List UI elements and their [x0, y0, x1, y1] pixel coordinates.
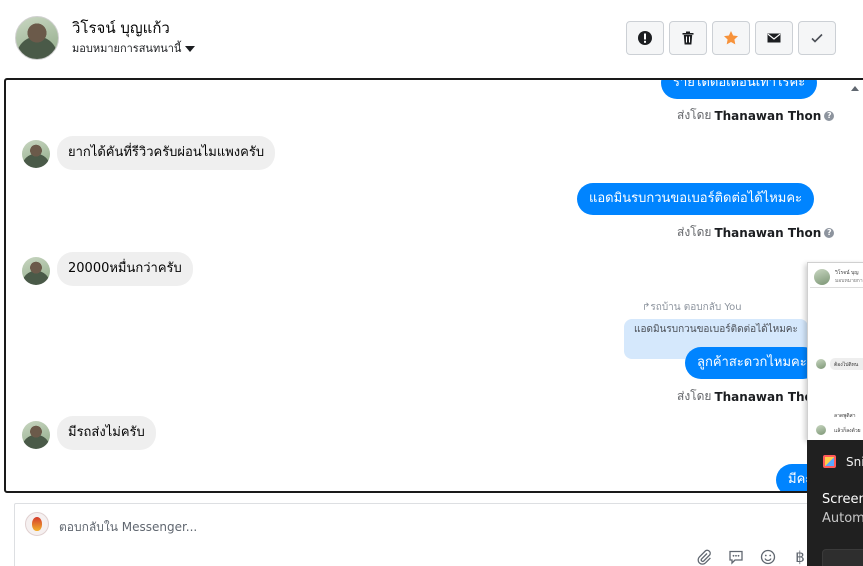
outgoing-message[interactable]: แอดมินรบกวนขอเบอร์ติดต่อได้ไหมคะ [577, 183, 815, 215]
toast-body: Autom [822, 511, 863, 526]
snip-app-name: Sni [846, 455, 863, 469]
incoming-message[interactable]: มีรถส่งไม่ครับ [57, 416, 156, 450]
star-button[interactable] [712, 21, 750, 55]
envelope-icon [767, 33, 781, 43]
speech-bubble-icon[interactable] [727, 548, 745, 566]
sender-name[interactable]: Thanawan Thon [714, 390, 821, 404]
preview-divider [810, 287, 863, 288]
toast-title: Screen [822, 492, 863, 507]
sent-by-label: ส่งโดย Thanawan Thon ? [677, 223, 835, 242]
toast-action-button[interactable] [822, 549, 863, 566]
smiley-icon[interactable] [759, 548, 777, 566]
info-icon[interactable]: ? [824, 110, 835, 121]
assign-label: มอบหมายการสนทนานี้ [72, 42, 182, 55]
preview-msg: ต้องไปดิหน [834, 362, 859, 368]
sent-by-prefix: ส่งโดย [677, 108, 712, 122]
star-icon [724, 31, 738, 45]
assign-conversation-dropdown[interactable]: มอบหมายการสนทนานี้ [72, 39, 196, 57]
sent-by-prefix: ส่งโดย [677, 389, 712, 403]
sender-name[interactable]: Thanawan Thon [714, 226, 821, 240]
outgoing-message[interactable]: ลูกค้าสะดวกไหมคะ [685, 347, 819, 379]
reply-composer[interactable]: ตอบกลับใน Messenger... ฿ [14, 503, 863, 566]
exclamation-circle-icon [638, 31, 652, 45]
contact-avatar-small[interactable] [22, 257, 50, 285]
scroll-up-arrow-icon[interactable] [851, 86, 859, 91]
sent-by-label: ส่งโดย Thanawan Thon [677, 387, 821, 406]
mark-unread-button[interactable] [755, 21, 793, 55]
caret-down-icon [185, 45, 196, 52]
snipping-tool-icon [823, 455, 836, 468]
outgoing-message[interactable]: รายได้ต่อเดือนเท่าไรคะ [661, 80, 818, 99]
contact-name[interactable]: วิโรจน์ บุญแก้ว [72, 16, 170, 40]
checkmark-icon [811, 33, 823, 43]
reply-note: ↱รถบ้าน ตอบกลับ You [642, 302, 742, 313]
info-icon[interactable]: ? [824, 227, 835, 238]
preview-msg: ลาดพูดิสา [834, 413, 856, 419]
conversation-header: วิโรจน์ บุญแก้ว มอบหมายการสนทนานี้ [0, 0, 863, 78]
preview-name: วิโรจน์ บุญ [835, 270, 859, 276]
preview-avatar-small [816, 359, 826, 369]
preview-msg: แล้วก็ลงด้วย [834, 428, 861, 434]
incoming-message[interactable]: 20000หมื่นกว่าครับ [57, 252, 193, 286]
sender-name[interactable]: Thanawan Thon [714, 109, 821, 123]
message-thread[interactable]: รายได้ต่อเดือนเท่าไรคะ ส่งโดย Thanawan T… [4, 78, 863, 493]
sent-by-label: ส่งโดย Thanawan Thon ? [677, 106, 835, 125]
page-avatar [25, 512, 49, 536]
paperclip-icon[interactable] [695, 548, 713, 566]
composer-tools: ฿ [695, 548, 809, 566]
contact-avatar[interactable] [15, 16, 59, 60]
preview-avatar [814, 269, 830, 285]
contact-avatar-small[interactable] [22, 140, 50, 168]
snip-preview[interactable]: วิโรจน์ บุญ มอบหมายการ ต้องไปดิหน ลาดพูด… [807, 262, 863, 440]
trash-icon [682, 31, 694, 45]
preview-sub: มอบหมายการ [835, 278, 863, 284]
mark-spam-button[interactable] [626, 21, 664, 55]
delete-button[interactable] [669, 21, 707, 55]
reply-input[interactable]: ตอบกลับใน Messenger... [59, 518, 197, 537]
snip-toast[interactable]: Sni Screen Autom [807, 440, 863, 566]
header-actions [626, 21, 836, 55]
preview-avatar-small [816, 425, 826, 435]
contact-avatar-small[interactable] [22, 421, 50, 449]
sent-by-prefix: ส่งโดย [677, 225, 712, 239]
snip-notification-popup[interactable]: วิโรจน์ บุญ มอบหมายการ ต้องไปดิหน ลาดพูด… [807, 262, 863, 566]
mark-done-button[interactable] [798, 21, 836, 55]
incoming-message[interactable]: ยากได้คันที่รีวิวครับผ่อนไมแพงครับ [57, 136, 276, 170]
